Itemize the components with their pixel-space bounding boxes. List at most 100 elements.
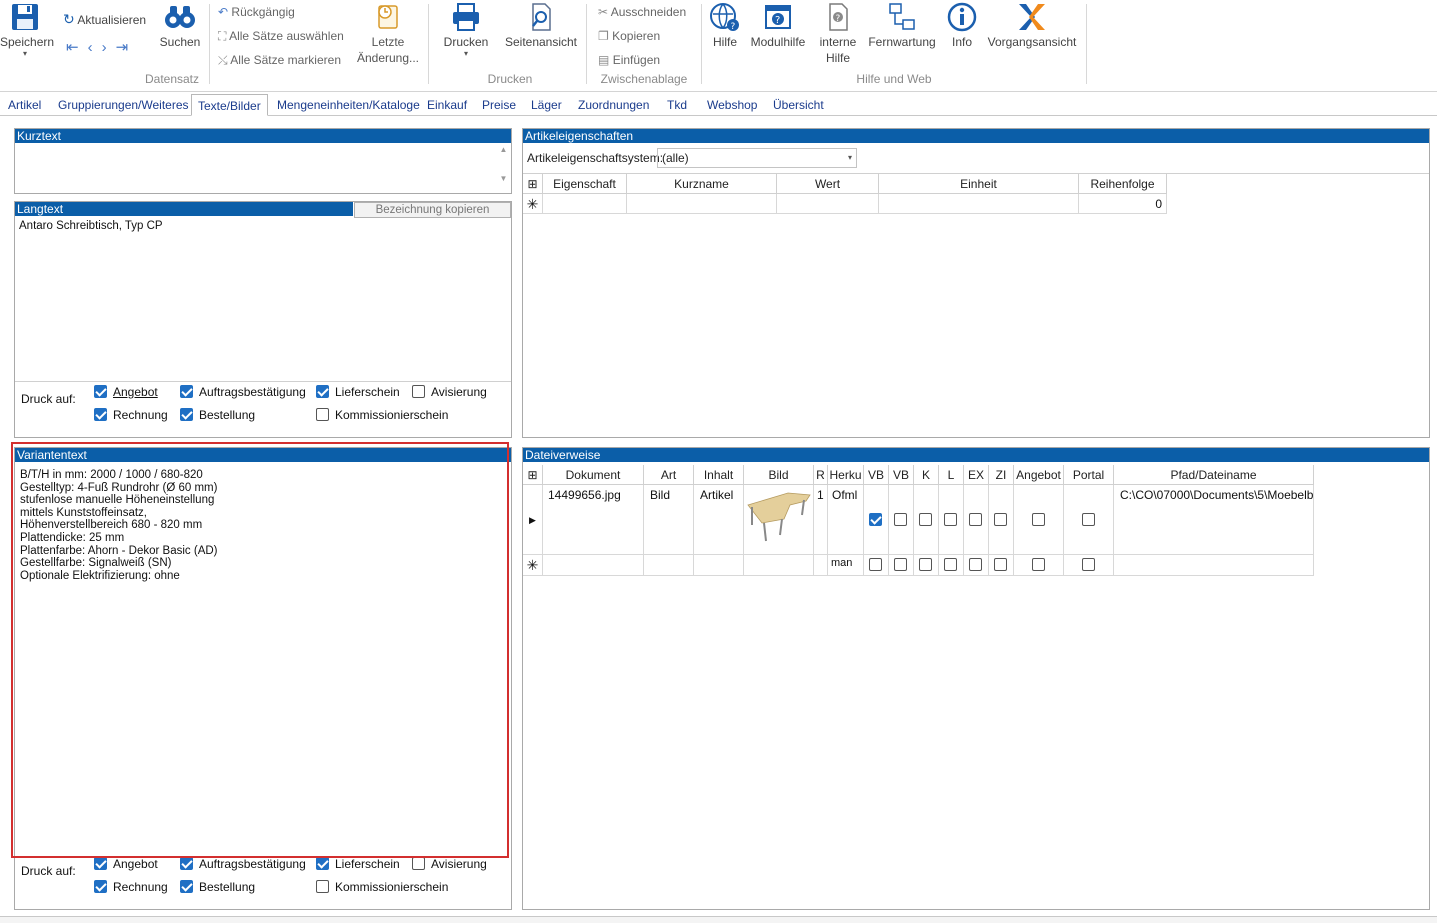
type-cell[interactable]: Bild bbox=[644, 485, 694, 555]
ex-checkbox[interactable] bbox=[969, 558, 982, 571]
angebot-checkbox[interactable] bbox=[94, 857, 107, 870]
print-button[interactable]: Drucken ▾ bbox=[440, 2, 492, 58]
column-header[interactable]: Bild bbox=[744, 465, 814, 485]
column-header[interactable]: Reihenfolge bbox=[1079, 174, 1167, 194]
page-view-button[interactable]: Seitenansicht bbox=[503, 2, 579, 50]
column-header[interactable]: Eigenschaft bbox=[543, 174, 627, 194]
order-cell[interactable]: 0 bbox=[1079, 194, 1167, 214]
vb-checkbox[interactable] bbox=[869, 513, 882, 526]
kommission-checkbox[interactable] bbox=[316, 408, 329, 421]
avisierung-checkbox[interactable] bbox=[412, 385, 425, 398]
r-cell[interactable]: 1 bbox=[814, 485, 828, 555]
table-cell[interactable] bbox=[744, 555, 814, 576]
save-button[interactable]: Speichern ▾ bbox=[0, 2, 54, 58]
column-header[interactable]: EX bbox=[964, 465, 989, 485]
column-header[interactable]: Portal bbox=[1064, 465, 1114, 485]
last-change-button[interactable]: Letzte Änderung... bbox=[354, 2, 422, 66]
table-cell[interactable] bbox=[879, 194, 1079, 214]
table-cell[interactable] bbox=[777, 194, 879, 214]
zi-checkbox[interactable] bbox=[994, 558, 1007, 571]
tab-mengeneinheiten[interactable]: Mengeneinheiten/Kataloge bbox=[277, 98, 420, 112]
tab-artikel[interactable]: Artikel bbox=[8, 98, 41, 112]
angebot-checkbox[interactable] bbox=[1032, 558, 1045, 571]
column-chooser-icon[interactable]: ⊞ bbox=[523, 174, 543, 194]
rechnung-checkbox[interactable] bbox=[94, 408, 107, 421]
angebot-checkbox[interactable] bbox=[1032, 513, 1045, 526]
vb-checkbox[interactable] bbox=[869, 558, 882, 571]
lieferschein-checkbox[interactable] bbox=[316, 857, 329, 870]
auftrag-checkbox[interactable] bbox=[180, 385, 193, 398]
l-checkbox[interactable] bbox=[944, 513, 957, 526]
tab-preise[interactable]: Preise bbox=[482, 98, 516, 112]
tab-laeger[interactable]: Läger bbox=[531, 98, 562, 112]
search-button[interactable]: Suchen bbox=[158, 2, 202, 50]
process-view-button[interactable]: Vorgangsansicht bbox=[984, 2, 1080, 50]
bestellung-checkbox[interactable] bbox=[180, 408, 193, 421]
tab-uebersicht[interactable]: Übersicht bbox=[773, 98, 824, 112]
column-header[interactable]: ZI bbox=[989, 465, 1014, 485]
cut-button[interactable]: ✂ Ausschneiden bbox=[598, 4, 686, 20]
column-header[interactable]: K bbox=[914, 465, 939, 485]
module-help-button[interactable]: ? Modulhilfe bbox=[746, 2, 810, 50]
column-header[interactable]: Einheit bbox=[879, 174, 1079, 194]
info-button[interactable]: Info bbox=[944, 2, 980, 50]
column-header[interactable]: Pfad/Dateiname bbox=[1114, 465, 1314, 485]
table-cell[interactable] bbox=[694, 555, 744, 576]
lieferschein-checkbox[interactable] bbox=[316, 385, 329, 398]
property-system-select[interactable]: (alle) ▾ bbox=[657, 148, 857, 168]
vb2-checkbox[interactable] bbox=[894, 513, 907, 526]
ex-checkbox[interactable] bbox=[969, 513, 982, 526]
kurztext-field[interactable] bbox=[17, 145, 495, 191]
column-header[interactable]: VB bbox=[864, 465, 889, 485]
previous-record-icon[interactable]: ‹ bbox=[88, 39, 102, 56]
angebot-checkbox[interactable] bbox=[94, 385, 107, 398]
last-record-icon[interactable]: ⇥ bbox=[116, 39, 138, 56]
table-cell[interactable] bbox=[1114, 555, 1314, 576]
table-cell[interactable] bbox=[627, 194, 777, 214]
internal-help-button[interactable]: ? interne Hilfe bbox=[814, 2, 862, 66]
document-cell[interactable]: 14499656.jpg bbox=[543, 485, 644, 555]
help-button[interactable]: ? Hilfe bbox=[706, 2, 744, 50]
kommission-checkbox[interactable] bbox=[316, 880, 329, 893]
column-header[interactable]: L bbox=[939, 465, 964, 485]
portal-checkbox[interactable] bbox=[1082, 513, 1095, 526]
rechnung-checkbox[interactable] bbox=[94, 880, 107, 893]
path-cell[interactable]: C:\CO\07000\Documents\5\Moebelbil bbox=[1114, 485, 1314, 555]
select-all-records-button[interactable]: ⛶ Alle Sätze auswählen bbox=[218, 28, 344, 44]
tab-webshop[interactable]: Webshop bbox=[707, 98, 757, 112]
column-header[interactable]: Herku bbox=[828, 465, 864, 485]
column-header[interactable]: Wert bbox=[777, 174, 879, 194]
column-header[interactable]: R bbox=[814, 465, 828, 485]
portal-checkbox[interactable] bbox=[1082, 558, 1095, 571]
next-record-icon[interactable]: › bbox=[102, 39, 116, 56]
paste-button[interactable]: ▤ Einfügen bbox=[598, 52, 660, 68]
auftrag-checkbox[interactable] bbox=[180, 857, 193, 870]
table-cell[interactable] bbox=[543, 194, 627, 214]
column-header[interactable]: Angebot bbox=[1014, 465, 1064, 485]
content-cell[interactable]: Artikel bbox=[694, 485, 744, 555]
column-header[interactable]: Art bbox=[644, 465, 694, 485]
k-checkbox[interactable] bbox=[919, 513, 932, 526]
tab-tkd[interactable]: Tkd bbox=[667, 98, 687, 112]
column-chooser-icon[interactable]: ⊞ bbox=[523, 465, 543, 485]
copy-description-button[interactable]: Bezeichnung kopieren bbox=[354, 202, 511, 218]
scroll-down-icon[interactable]: ▼ bbox=[497, 174, 510, 183]
column-header[interactable]: VB bbox=[889, 465, 914, 485]
column-header[interactable]: Inhalt bbox=[694, 465, 744, 485]
scroll-up-icon[interactable]: ▲ bbox=[497, 145, 510, 154]
avisierung-checkbox[interactable] bbox=[412, 857, 425, 870]
vb2-checkbox[interactable] bbox=[894, 558, 907, 571]
copy-button[interactable]: ❐ Kopieren bbox=[598, 28, 660, 44]
origin-cell[interactable]: Ofml bbox=[828, 485, 864, 555]
kurztext-scrollbar[interactable]: ▲ ▼ bbox=[497, 145, 510, 191]
table-cell[interactable] bbox=[543, 555, 644, 576]
origin-cell[interactable]: man bbox=[828, 555, 864, 576]
tab-einkauf[interactable]: Einkauf bbox=[427, 98, 467, 112]
bestellung-checkbox[interactable] bbox=[180, 880, 193, 893]
table-cell[interactable] bbox=[644, 555, 694, 576]
undo-button[interactable]: ↶ Rückgängig bbox=[218, 4, 295, 20]
remote-maintenance-button[interactable]: Fernwartung bbox=[866, 2, 938, 50]
langtext-field[interactable]: Antaro Schreibtisch, Typ CP bbox=[19, 220, 163, 232]
k-checkbox[interactable] bbox=[919, 558, 932, 571]
zi-checkbox[interactable] bbox=[994, 513, 1007, 526]
